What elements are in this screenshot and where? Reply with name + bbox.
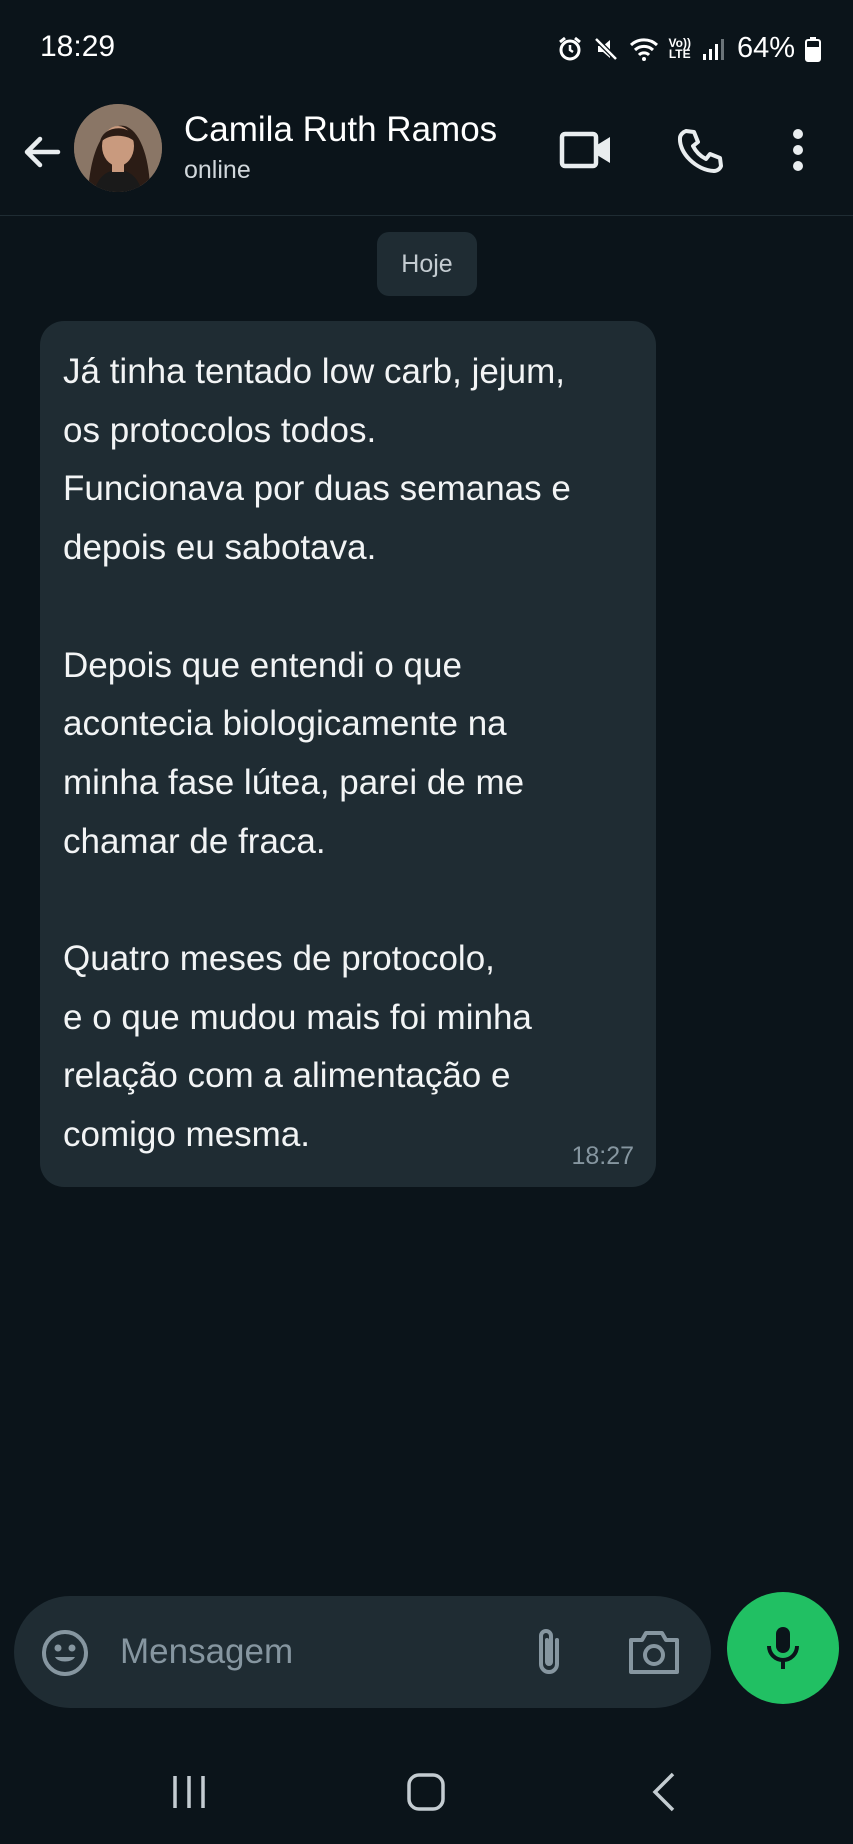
more-vert-icon: [793, 129, 803, 171]
battery-percent: 64%: [736, 32, 795, 64]
chat-header: Camila Ruth Ramos online: [0, 100, 853, 216]
wifi-icon: [629, 36, 659, 62]
mute-icon: [593, 36, 619, 62]
status-icons: Vo)) LTE 64%: [557, 32, 821, 65]
home-icon: [407, 1773, 445, 1811]
lte-label: LTE: [668, 46, 691, 61]
attach-button[interactable]: [524, 1624, 574, 1680]
recents-icon: [173, 1776, 205, 1808]
camera-icon: [629, 1631, 679, 1674]
video-call-icon: [559, 131, 610, 169]
back-button[interactable]: [18, 128, 66, 176]
message-input[interactable]: [120, 1630, 520, 1674]
date-divider: Hoje: [377, 232, 477, 296]
avatar[interactable]: [74, 104, 162, 192]
alarm-icon: [557, 36, 583, 62]
phone-icon: [678, 129, 723, 173]
chevron-left-icon: [652, 1772, 675, 1812]
emoji-button[interactable]: [40, 1628, 90, 1678]
back-arrow-icon: [24, 136, 61, 168]
message-composer: [14, 1596, 711, 1708]
camera-button[interactable]: [626, 1626, 682, 1678]
recents-button[interactable]: [159, 1764, 219, 1820]
more-options-button[interactable]: [770, 122, 826, 178]
voice-call-button[interactable]: [671, 122, 727, 178]
message-text: Já tinha tentado low carb, jejum, os pro…: [63, 352, 571, 1155]
mic-icon: [767, 1627, 799, 1669]
contact-name[interactable]: Camila Ruth Ramos: [184, 110, 497, 150]
mic-button[interactable]: [727, 1592, 839, 1704]
contact-status: online: [184, 156, 251, 184]
back-nav-button[interactable]: [634, 1764, 694, 1820]
attach-icon: [539, 1629, 559, 1674]
system-nav-bar: [0, 1740, 853, 1844]
status-bar: 18:29 Vo)) LTE 64%: [0, 0, 853, 100]
message-bubble[interactable]: Já tinha tentado low carb, jejum, os pro…: [40, 321, 656, 1187]
battery-icon: [805, 36, 821, 62]
status-time: 18:29: [40, 30, 116, 63]
video-call-button[interactable]: [558, 122, 614, 178]
volte-icon: Vo)) LTE: [668, 37, 691, 61]
home-button[interactable]: [396, 1764, 456, 1820]
signal-icon: [701, 37, 725, 61]
emoji-icon: [42, 1630, 88, 1676]
message-time: 18:27: [571, 1142, 634, 1170]
